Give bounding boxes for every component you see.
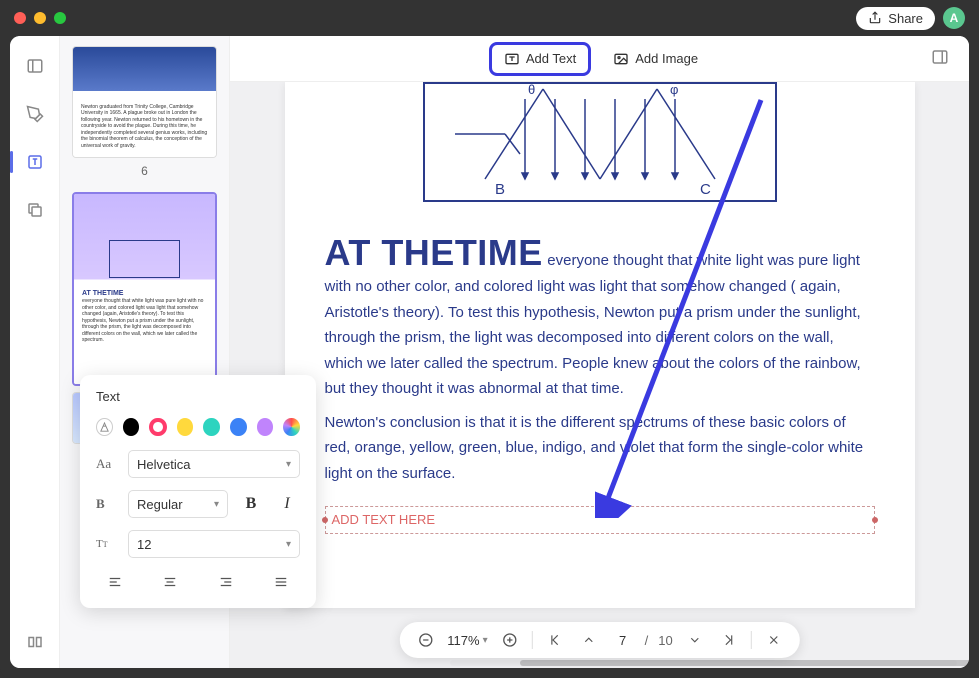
close-window-button[interactable]	[14, 12, 26, 24]
text-properties-panel: Text Aa Helvetica ▾	[80, 375, 316, 608]
align-justify-button[interactable]	[266, 570, 296, 594]
share-icon	[868, 11, 882, 25]
color-swatch-blue[interactable]	[230, 418, 247, 436]
color-picker-icon[interactable]	[96, 418, 113, 436]
first-page-button[interactable]	[543, 628, 567, 652]
add-image-button[interactable]: Add Image	[601, 44, 710, 74]
page-total: 10	[658, 633, 672, 648]
font-weight-label: B	[96, 496, 118, 512]
color-swatch-red[interactable]	[149, 418, 166, 436]
zoom-out-button[interactable]	[413, 628, 437, 652]
chevron-down-icon: ▾	[286, 539, 291, 550]
prev-page-button[interactable]	[577, 628, 601, 652]
diagram-label-phi: φ	[670, 84, 678, 97]
next-page-button[interactable]	[683, 628, 707, 652]
share-button[interactable]: Share	[856, 7, 935, 30]
resize-handle-right[interactable]	[872, 517, 878, 523]
prism-diagram: θ φ B C	[423, 82, 777, 202]
diagram-label-c: C	[700, 181, 711, 198]
alignment-row	[96, 570, 300, 594]
panel-title: Text	[96, 389, 300, 404]
resize-handle-left[interactable]	[322, 517, 328, 523]
font-family-label: Aa	[96, 456, 118, 472]
add-text-field[interactable]: ADD TEXT HERE	[325, 506, 875, 534]
color-swatch-black[interactable]	[123, 418, 140, 436]
color-swatch-teal[interactable]	[203, 418, 220, 436]
horizontal-scrollbar[interactable]	[450, 660, 957, 666]
font-family-select[interactable]: Helvetica ▾	[128, 450, 300, 478]
text-tool-icon[interactable]	[23, 150, 47, 174]
page-heading: AT THETIME	[325, 232, 543, 273]
diagram-label-theta: θ	[528, 84, 535, 97]
thumbnail-image: AT THETIME everyone thought that white l…	[74, 194, 215, 384]
body-paragraph-2: Newton's conclusion is that it is the di…	[325, 410, 875, 487]
document-scroll[interactable]: θ φ B C AT THETIME everyone thought that…	[230, 82, 969, 668]
color-swatch-purple[interactable]	[257, 418, 274, 436]
bold-button[interactable]: B	[238, 491, 264, 517]
last-page-button[interactable]	[717, 628, 741, 652]
highlighter-tool-icon[interactable]	[23, 102, 47, 126]
bottom-nav: 117% ▾ / 10	[399, 622, 799, 658]
thumbnail-image: Newton graduated from Trinity College, C…	[73, 47, 216, 157]
font-weight-select[interactable]: Regular ▾	[128, 490, 228, 518]
maximize-window-button[interactable]	[54, 12, 66, 24]
top-toolbar: Add Text Add Image	[230, 36, 969, 82]
chevron-down-icon: ▾	[483, 635, 488, 646]
align-center-button[interactable]	[155, 570, 185, 594]
main-area: Add Text Add Image	[230, 36, 969, 668]
font-size-label: TT	[96, 538, 118, 550]
add-image-label: Add Image	[635, 51, 698, 66]
right-panel-toggle-icon[interactable]	[931, 48, 953, 70]
text-icon	[504, 51, 520, 67]
app-window: Share A	[0, 0, 979, 678]
app-body: Newton graduated from Trinity College, C…	[10, 36, 969, 668]
thumbnail-label: 6	[72, 164, 217, 178]
italic-button[interactable]: I	[274, 491, 300, 517]
traffic-lights	[14, 12, 66, 24]
body-paragraph-1: everyone thought that white light was pu…	[325, 252, 861, 397]
close-nav-button[interactable]	[762, 628, 786, 652]
chevron-down-icon: ▾	[214, 499, 219, 510]
color-swatch-yellow[interactable]	[177, 418, 194, 436]
zoom-in-button[interactable]	[498, 628, 522, 652]
avatar[interactable]: A	[943, 7, 965, 29]
add-text-button[interactable]: Add Text	[489, 42, 591, 76]
color-row	[96, 418, 300, 436]
diagram-label-b: B	[495, 181, 505, 198]
titlebar: Share A	[0, 0, 979, 36]
sidebar-toggle-icon[interactable]	[23, 54, 47, 78]
align-right-button[interactable]	[211, 570, 241, 594]
align-left-button[interactable]	[100, 570, 130, 594]
zoom-level[interactable]: 117% ▾	[447, 633, 487, 648]
thumbnail-page-7[interactable]: AT THETIME everyone thought that white l…	[72, 192, 217, 386]
add-text-label: Add Text	[526, 51, 576, 66]
minimize-window-button[interactable]	[34, 12, 46, 24]
page-separator: /	[645, 633, 649, 648]
thumbnail-page-6[interactable]: Newton graduated from Trinity College, C…	[72, 46, 217, 158]
add-text-placeholder: ADD TEXT HERE	[332, 512, 436, 527]
left-rail	[10, 36, 60, 668]
book-view-icon[interactable]	[23, 630, 47, 654]
image-icon	[613, 51, 629, 67]
chevron-down-icon: ▾	[286, 459, 291, 470]
share-label: Share	[888, 11, 923, 26]
color-swatch-custom[interactable]	[283, 418, 300, 436]
document-page: θ φ B C AT THETIME everyone thought that…	[285, 82, 915, 608]
page-number-input[interactable]	[611, 633, 635, 648]
font-size-select[interactable]: 12 ▾	[128, 530, 300, 558]
copy-tool-icon[interactable]	[23, 198, 47, 222]
